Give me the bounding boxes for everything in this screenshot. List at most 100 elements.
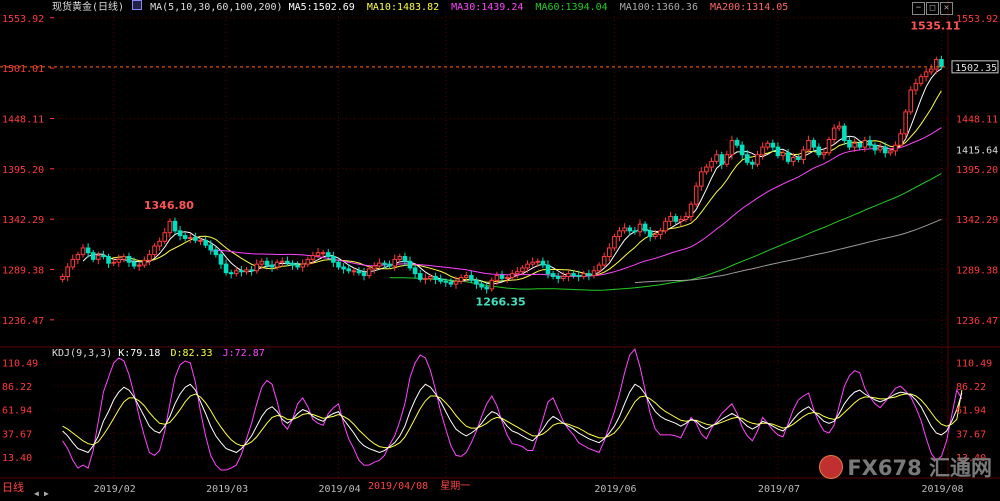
candle-body	[96, 255, 101, 260]
candle-body	[750, 161, 755, 165]
candle-body	[152, 245, 157, 256]
candle-body	[142, 259, 147, 266]
candle-body	[70, 258, 76, 268]
candle-body	[785, 152, 791, 162]
settings-icon[interactable]	[132, 0, 143, 10]
scroll-right-icon[interactable]: ▶	[44, 488, 49, 500]
price-tick-label-left: 1395.20	[2, 165, 44, 176]
candle-body	[203, 239, 208, 246]
candle-body	[826, 138, 832, 154]
candle-body	[106, 256, 111, 264]
time-tick-label: 2019/07	[758, 484, 800, 495]
candle-body	[305, 258, 311, 265]
candle-body	[188, 236, 193, 239]
candle-body	[632, 230, 638, 233]
candle-body	[182, 235, 188, 239]
candle-body	[377, 262, 382, 267]
candle-body	[601, 256, 607, 266]
candle-body	[325, 252, 331, 258]
close-button[interactable]: ✕	[940, 2, 953, 15]
candle-body	[898, 133, 903, 146]
candle-body	[852, 142, 857, 148]
cursor-weekday: 星期一	[440, 481, 471, 492]
candle-body	[244, 269, 249, 273]
kdj-tick-label-left: 13.40	[2, 453, 32, 464]
candle-body	[290, 262, 295, 266]
candle-body	[647, 230, 653, 238]
candle-body	[530, 261, 535, 265]
candle-body	[469, 275, 474, 281]
candle-body	[877, 146, 883, 151]
candle-body	[366, 268, 372, 277]
candle-body	[842, 125, 847, 141]
candle-body	[412, 267, 418, 275]
candle-body	[704, 166, 709, 173]
candle-body	[765, 142, 770, 148]
candle-body	[392, 258, 397, 267]
ma30-value: MA30:1439.24	[451, 2, 524, 13]
minimize-button[interactable]: −	[912, 2, 925, 15]
period-label[interactable]: 日线	[2, 482, 24, 494]
price-tick-label-left: 1289.38	[2, 265, 44, 276]
candle-body	[642, 223, 648, 232]
candle-body	[474, 279, 479, 285]
price-tick-label-right: 1553.92	[956, 14, 998, 25]
candle-body	[622, 227, 627, 232]
candle-body	[688, 203, 694, 218]
watermark-text: FX678 汇通网	[847, 456, 992, 480]
candle-body	[709, 160, 714, 168]
ma5-value: MA5:1502.69	[288, 2, 355, 13]
candle-body	[739, 144, 745, 156]
candle-body	[315, 252, 321, 257]
candle-body	[213, 249, 219, 256]
ma-legend: 现货黄金(日线) MA(5,10,30,60,100,200) MA5:1502…	[52, 0, 788, 14]
candle-body	[499, 275, 505, 279]
candle-body	[177, 230, 183, 237]
candle-body	[351, 270, 357, 273]
candle-body	[341, 266, 346, 270]
price-tick-label-left: 1553.92	[2, 14, 44, 25]
candle-body	[417, 273, 423, 280]
price-tick-label-left: 1448.11	[2, 114, 44, 125]
candle-body	[279, 260, 285, 263]
candle-body	[479, 283, 484, 288]
kdj-k-line	[62, 383, 963, 454]
candle-body	[336, 261, 341, 268]
candle-body	[857, 142, 862, 148]
candle-body	[663, 220, 668, 232]
candle-body	[724, 154, 730, 165]
candle-body	[796, 157, 801, 160]
kdj-tick-label-right: 86.22	[956, 382, 986, 393]
ma100-value: MA100:1360.36	[619, 2, 698, 13]
ma200-value: MA200:1314.05	[710, 2, 789, 13]
candle-body	[550, 273, 556, 277]
candle-body	[193, 236, 198, 241]
candle-body	[331, 256, 336, 263]
maximize-button[interactable]: □	[926, 2, 939, 15]
time-tick-label: 2019/06	[594, 484, 636, 495]
kdj-params: KDJ(9,3,3)	[52, 348, 113, 359]
candle-body	[775, 146, 781, 157]
candle-body	[285, 260, 290, 264]
ma10-value: MA10:1483.82	[366, 2, 440, 13]
candle-body	[494, 275, 500, 281]
candle-body	[658, 230, 663, 236]
candle-body	[172, 220, 178, 232]
candle-body	[576, 275, 581, 278]
time-tick-label: 2019/02	[94, 484, 136, 495]
candle-body	[760, 146, 765, 156]
candle-body	[356, 270, 362, 274]
candle-body	[903, 111, 908, 135]
kdj-tick-label-left: 37.67	[2, 429, 32, 440]
candle-body	[790, 157, 796, 162]
ma5-line	[82, 68, 942, 285]
candle-body	[928, 68, 934, 73]
scroll-left-icon[interactable]: ◀	[34, 488, 39, 500]
kdj-j-value: J:72.87	[222, 348, 265, 359]
candle-body	[438, 278, 443, 282]
candle-body	[729, 139, 735, 156]
kdj-tick-label-left: 61.94	[2, 406, 32, 417]
kdj-tick-label-right: 37.67	[956, 429, 986, 440]
candle-body	[882, 146, 888, 154]
price-tick-label-right: 1395.20	[956, 165, 998, 176]
